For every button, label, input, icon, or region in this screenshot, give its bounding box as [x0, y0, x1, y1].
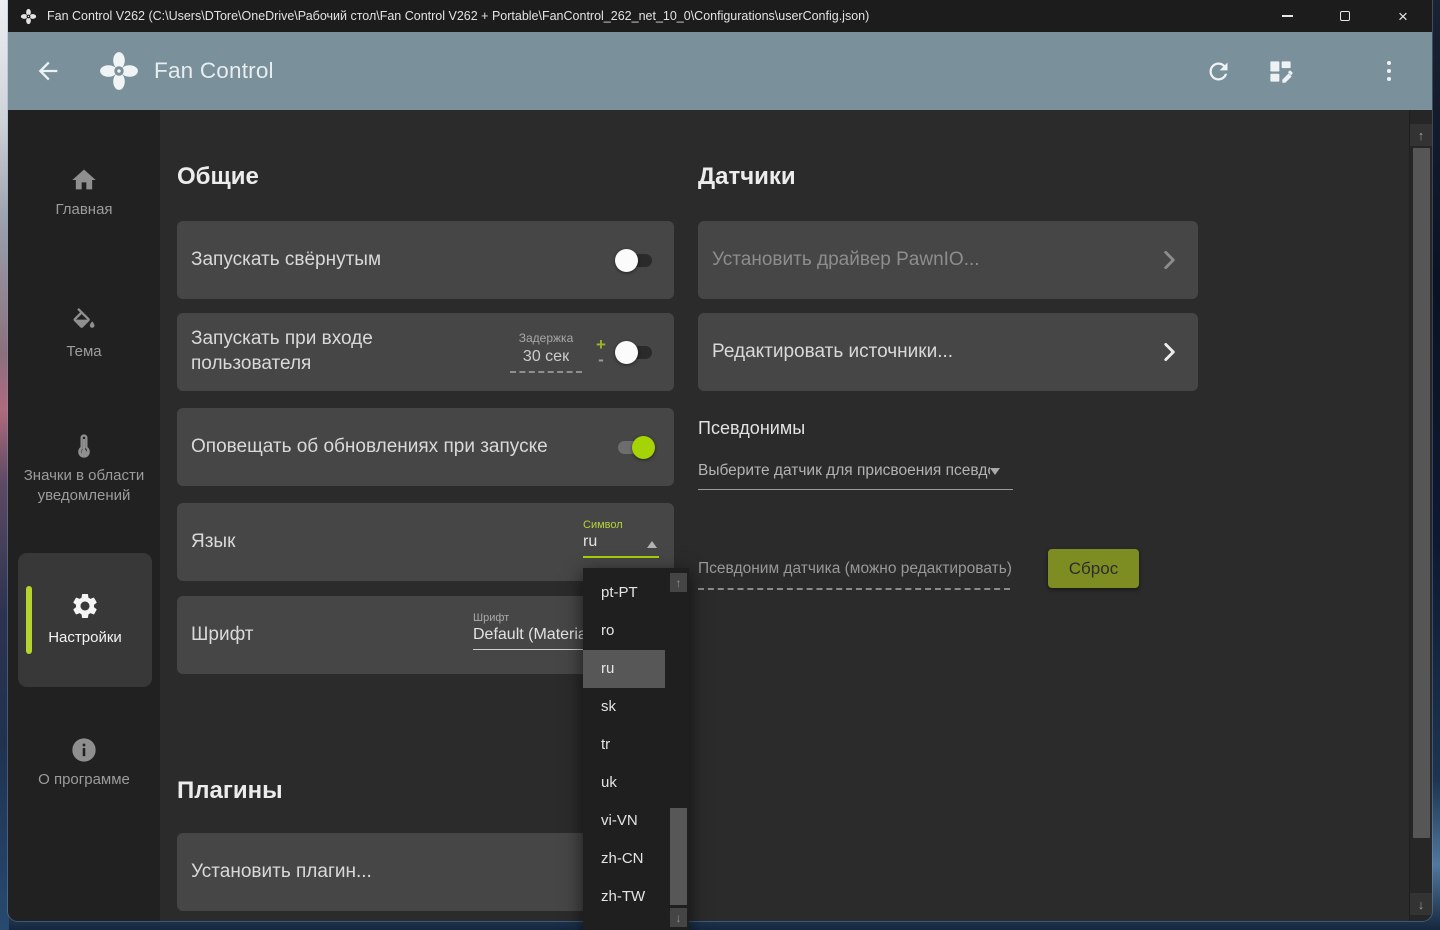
- app-title: Fan Control: [154, 58, 274, 84]
- edit-sources-label: Редактировать источники...: [698, 340, 953, 365]
- sidebar-item-theme[interactable]: Тема: [8, 308, 160, 362]
- section-heading-general: Общие: [177, 163, 259, 191]
- maximize-icon: [1340, 11, 1350, 21]
- setting-row-update-notify: Оповещать об обновлениях при запуске: [177, 408, 674, 486]
- dropdown-option-selected[interactable]: ru: [583, 650, 665, 688]
- sidebar-item-home[interactable]: Главная: [8, 166, 160, 220]
- sidebar-item-label: Значки в области уведомлений: [8, 466, 160, 506]
- setting-label: Оповещать об обновлениях при запуске: [177, 435, 548, 460]
- update-notify-toggle[interactable]: [618, 441, 652, 454]
- alias-input[interactable]: Псевдоним датчика (можно редактировать): [698, 560, 1010, 590]
- kebab-menu-icon: [1387, 61, 1406, 82]
- paint-bucket-icon: [8, 308, 160, 336]
- install-plugin-label: Установить плагин...: [177, 860, 372, 885]
- gear-icon: [18, 591, 152, 621]
- sidebar-item-tray-icons[interactable]: Значки в области уведомлений: [8, 432, 160, 506]
- fan-logo-icon: [98, 50, 140, 92]
- arrow-down-icon: ↓: [676, 911, 682, 925]
- edit-sources-row[interactable]: Редактировать источники...: [698, 313, 1198, 391]
- sidebar: Главная Тема Значки в области уведомлени…: [8, 110, 160, 921]
- dropdown-scroll-down-button[interactable]: ↓: [670, 908, 687, 927]
- alias-placeholder: Псевдоним датчика (можно редактировать): [698, 560, 1012, 577]
- start-minimized-toggle[interactable]: [618, 254, 652, 267]
- install-driver-row[interactable]: Установить драйвер PawnIO...: [698, 221, 1198, 299]
- back-button[interactable]: [34, 56, 64, 86]
- refresh-icon: [1205, 58, 1232, 85]
- delay-label: Задержка: [519, 331, 574, 345]
- caret-down-icon: [990, 468, 1000, 475]
- section-heading-plugins: Плагины: [177, 777, 283, 805]
- delay-control: Задержка 30 сек + -: [510, 331, 618, 373]
- titlebar: Fan Control V262 (C:\Users\DTore\OneDriv…: [8, 0, 1432, 32]
- language-select[interactable]: Символ ru: [583, 519, 659, 558]
- app-body: Главная Тема Значки в области уведомлени…: [8, 110, 1432, 921]
- app-header: Fan Control: [8, 32, 1432, 110]
- setting-row-start-minimized: Запускать свёрнутым: [177, 221, 674, 299]
- minimize-button[interactable]: [1258, 0, 1316, 32]
- delay-value: 30 сек: [519, 348, 573, 371]
- toggle-knob: [632, 436, 655, 459]
- decrease-delay-button[interactable]: -: [592, 352, 610, 367]
- delay-field[interactable]: Задержка 30 сек: [510, 331, 582, 373]
- language-dropdown: pt-PT ro ru sk tr uk vi-VN zh-CN zh-TW ↑…: [583, 568, 689, 930]
- dashboard-edit-icon: [1267, 58, 1294, 85]
- window-title: Fan Control V262 (C:\Users\DTore\OneDriv…: [47, 9, 869, 23]
- arrow-up-icon: ↑: [676, 576, 682, 590]
- start-with-user-toggle[interactable]: [618, 346, 652, 359]
- overflow-menu-button[interactable]: [1382, 57, 1410, 85]
- thermometer-icon: [8, 432, 160, 460]
- setting-label: Запускать при входе пользователя: [177, 327, 477, 376]
- active-indicator: [26, 586, 32, 654]
- sensor-select-placeholder: Выберите датчик для присвоения псевдоним…: [698, 462, 990, 480]
- sidebar-item-label: О программе: [8, 770, 160, 790]
- delay-stepper: + -: [592, 337, 610, 367]
- window-scrollbar[interactable]: ↑ ↓: [1409, 110, 1432, 921]
- window-controls: ×: [1258, 0, 1432, 32]
- scroll-down-button[interactable]: ↓: [1410, 893, 1432, 915]
- dropdown-scrollbar-thumb[interactable]: [670, 808, 687, 905]
- arrow-down-icon: ↓: [1418, 897, 1425, 912]
- sidebar-item-settings[interactable]: Настройки: [18, 553, 152, 687]
- select-label: Символ: [583, 519, 659, 531]
- dropdown-scrollbar[interactable]: ↑ ↓: [669, 568, 689, 930]
- close-icon: ×: [1398, 8, 1408, 25]
- setting-label: Шрифт: [177, 623, 254, 648]
- install-driver-label: Установить драйвер PawnIO...: [698, 248, 980, 273]
- toggle-knob: [615, 341, 638, 364]
- back-arrow-icon: [34, 57, 62, 85]
- chevron-right-icon: [1156, 339, 1182, 365]
- refresh-button[interactable]: [1204, 57, 1232, 85]
- fan-icon: [20, 8, 37, 25]
- sidebar-item-label: Главная: [8, 200, 160, 220]
- settings-content: Общие Запускать свёрнутым Запускать при …: [160, 110, 1409, 921]
- sidebar-item-label: Настройки: [18, 629, 152, 646]
- sensor-select[interactable]: Выберите датчик для присвоения псевдоним…: [698, 462, 1013, 490]
- home-icon: [8, 166, 160, 194]
- sidebar-item-about[interactable]: О программе: [8, 736, 160, 790]
- setting-label: Язык: [177, 530, 235, 555]
- chevron-right-icon: [1156, 247, 1182, 273]
- minimize-icon: [1282, 15, 1293, 17]
- dropdown-scroll-up-button[interactable]: ↑: [670, 573, 687, 592]
- setting-label: Запускать свёрнутым: [177, 248, 381, 273]
- arrow-up-icon: ↑: [1418, 128, 1425, 143]
- reset-alias-button[interactable]: Сброс: [1048, 549, 1139, 588]
- scrollbar-thumb[interactable]: [1413, 148, 1430, 838]
- toggle-knob: [615, 249, 638, 272]
- info-icon: [8, 736, 160, 764]
- setting-row-start-with-user: Запускать при входе пользователя Задержк…: [177, 313, 674, 391]
- sidebar-item-label: Тема: [8, 342, 160, 362]
- close-button[interactable]: ×: [1374, 0, 1432, 32]
- delay-underline: [510, 371, 582, 373]
- section-heading-sensors: Датчики: [698, 163, 1198, 191]
- fan-control-window: Fan Control V262 (C:\Users\DTore\OneDriv…: [8, 0, 1432, 921]
- edit-dashboard-button[interactable]: [1266, 57, 1294, 85]
- maximize-button[interactable]: [1316, 0, 1374, 32]
- caret-up-icon: [647, 541, 657, 548]
- aliases-heading: Псевдонимы: [698, 418, 805, 439]
- scroll-up-button[interactable]: ↑: [1410, 124, 1432, 146]
